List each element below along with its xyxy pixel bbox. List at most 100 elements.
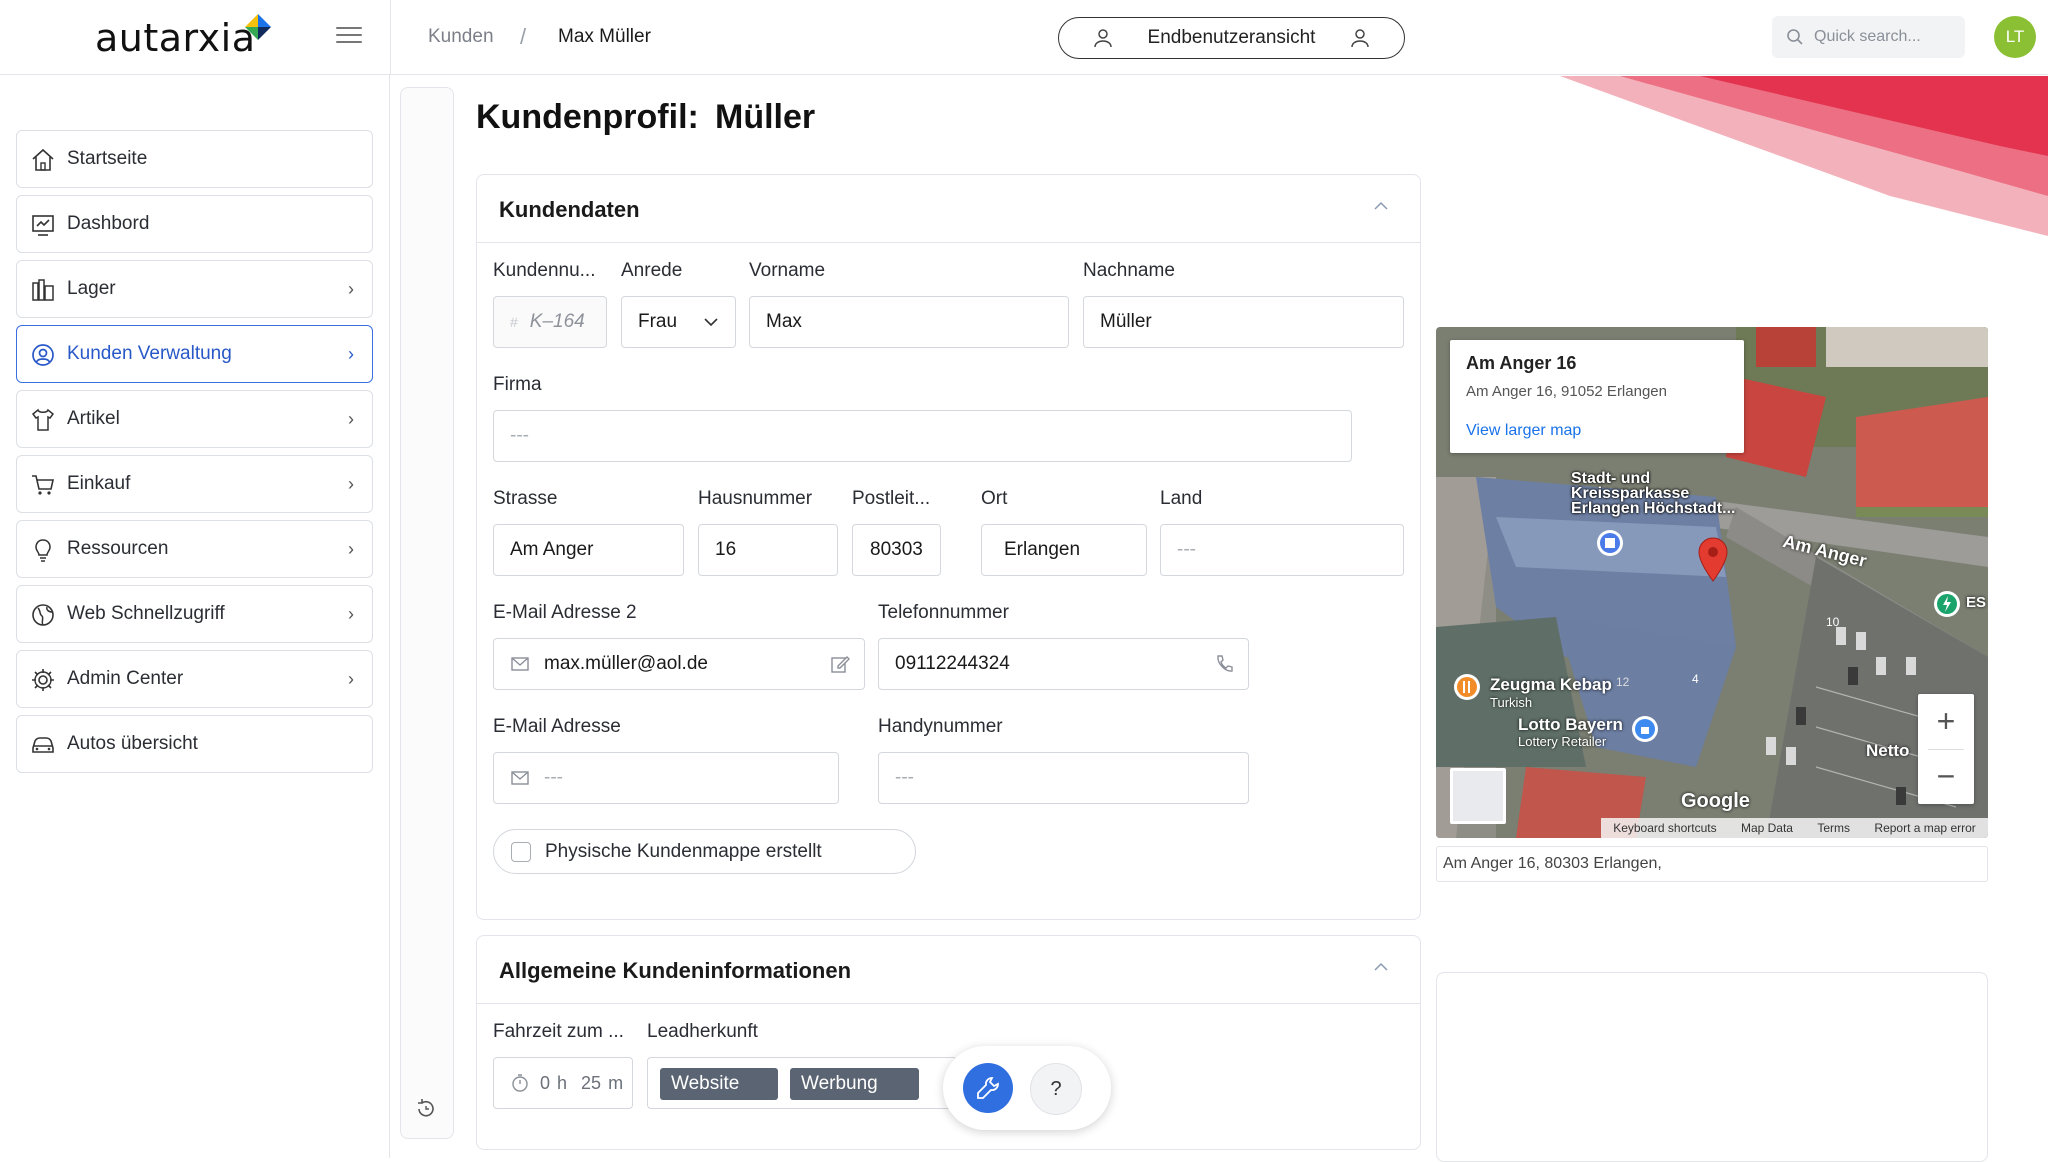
land-input[interactable]: ---	[1160, 524, 1404, 576]
sidebar-item-label: Einkauf	[67, 473, 131, 494]
firma-label: Firma	[493, 374, 542, 395]
handy-input[interactable]: ---	[878, 752, 1249, 804]
vorname-label: Vorname	[749, 260, 826, 281]
page-title: Kundenprofil:	[476, 98, 699, 136]
restaurant-marker-icon[interactable]	[1452, 672, 1482, 702]
shop-marker-icon[interactable]	[1630, 714, 1660, 744]
anrede-select[interactable]: Frau	[621, 296, 736, 348]
user-circle-icon	[32, 344, 54, 366]
firma-input[interactable]: ---	[493, 410, 1352, 462]
map-label-4: 4	[1692, 672, 1699, 686]
map-type-toggle[interactable]	[1450, 768, 1506, 824]
brand-logo-icon	[245, 14, 271, 40]
search-icon	[1787, 29, 1803, 45]
help-button[interactable]: ?	[1030, 1063, 1082, 1115]
map-footer: Keyboard shortcuts Map Data Terms Report…	[1601, 818, 1988, 838]
sidebar-item-admin-center[interactable]: Admin Center ›	[16, 650, 373, 708]
terms-link[interactable]: Terms	[1817, 821, 1850, 835]
email-placeholder: ---	[544, 767, 563, 788]
chevron-right-icon: ›	[348, 344, 354, 364]
kundennummer-field: # K–164	[493, 296, 607, 348]
envelope-icon	[511, 657, 529, 671]
lightbulb-icon	[35, 539, 51, 562]
map-info-window: Am Anger 16 Am Anger 16, 91052 Erlangen …	[1450, 340, 1744, 453]
tools-button[interactable]	[963, 1063, 1013, 1113]
history-reset-icon[interactable]	[414, 1097, 438, 1121]
zoom-out-button[interactable]: −	[1918, 749, 1974, 804]
fahrzeit-input[interactable]: 0 h 25 m	[493, 1057, 633, 1109]
kundendaten-card-header[interactable]: Kundendaten	[477, 175, 1420, 243]
wrench-icon	[977, 1077, 999, 1099]
bank-marker-icon[interactable]	[1594, 527, 1626, 559]
sidebar-item-einkauf[interactable]: Einkauf ›	[16, 455, 373, 513]
ort-input[interactable]: Erlangen	[981, 524, 1147, 576]
email2-input[interactable]: max.müller@aol.de	[493, 638, 865, 690]
telefon-input[interactable]: 09112244324	[878, 638, 1249, 690]
sidebar-item-label: Autos übersicht	[67, 733, 198, 754]
google-logo: Google	[1681, 790, 1750, 812]
email2-value: max.müller@aol.de	[544, 653, 708, 674]
ort-label: Ort	[981, 488, 1008, 509]
email-input[interactable]: ---	[493, 752, 839, 804]
sidebar-item-startseite[interactable]: Startseite	[16, 130, 373, 188]
telefon-label: Telefonnummer	[878, 602, 1009, 623]
sidebar-item-artikel[interactable]: Artikel ›	[16, 390, 373, 448]
breadcrumb-kunden[interactable]: Kunden	[428, 26, 494, 48]
lead-tag-werbung[interactable]: Werbung	[790, 1068, 919, 1100]
charging-station-marker-icon[interactable]	[1932, 589, 1962, 619]
report-map-error-link[interactable]: Report a map error	[1874, 821, 1975, 835]
edit-icon[interactable]	[830, 654, 850, 674]
quick-search-input[interactable]: Quick search...	[1772, 16, 1965, 58]
lead-tag-website[interactable]: Website	[660, 1068, 778, 1100]
globe-icon	[32, 604, 54, 626]
kundenmappe-label: Physische Kundenmappe erstellt	[545, 840, 822, 862]
nachname-input[interactable]: Müller	[1083, 296, 1404, 348]
vorname-input[interactable]: Max	[749, 296, 1069, 348]
fahrzeit-label: Fahrzeit zum ...	[493, 1021, 624, 1042]
sidebar-item-dashbord[interactable]: Dashbord	[16, 195, 373, 253]
chevron-right-icon: ›	[348, 604, 354, 624]
sidebar-item-ressourcen[interactable]: Ressourcen ›	[16, 520, 373, 578]
firma-placeholder: ---	[510, 425, 529, 446]
sidebar-item-web-schnellzugriff[interactable]: Web Schnellzugriff ›	[16, 585, 373, 643]
sidebar-item-kunden-verwaltung[interactable]: Kunden Verwaltung ›	[16, 325, 373, 383]
brand-logo-text[interactable]: autarxia	[95, 16, 256, 60]
map-data-link[interactable]: Map Data	[1741, 821, 1793, 835]
top-bar: autarxia Kunden / Max Müller Endbenutzer…	[0, 0, 2048, 75]
phone-icon[interactable]	[1214, 654, 1234, 674]
postleitzahl-input[interactable]: 80303	[852, 524, 941, 576]
zoom-in-button[interactable]: +	[1918, 694, 1974, 749]
kundenmappe-checkbox[interactable]: Physische Kundenmappe erstellt	[493, 829, 916, 874]
map-label-12: 12	[1616, 675, 1630, 689]
enduser-view-button[interactable]: Endbenutzeransicht	[1058, 17, 1405, 59]
chevron-right-icon: ›	[348, 669, 354, 689]
nachname-value: Müller	[1100, 311, 1152, 332]
keyboard-shortcuts-link[interactable]: Keyboard shortcuts	[1613, 821, 1716, 835]
strasse-value: Am Anger	[510, 539, 594, 560]
kundennummer-label: Kundennu...	[493, 260, 596, 281]
map-label-es: ES	[1966, 594, 1987, 611]
vorname-value: Max	[766, 311, 802, 332]
sidebar-item-autos-uebersicht[interactable]: Autos übersicht	[16, 715, 373, 773]
strasse-input[interactable]: Am Anger	[493, 524, 684, 576]
view-larger-map-link[interactable]: View larger map	[1466, 422, 1581, 440]
anrede-value: Frau	[638, 311, 678, 332]
map-location-pin-icon[interactable]	[1696, 535, 1730, 583]
allgemeine-card-header[interactable]: Allgemeine Kundeninformationen	[477, 936, 1420, 1004]
kundendaten-title: Kundendaten	[499, 197, 640, 222]
chevron-right-icon: ›	[348, 474, 354, 494]
sidebar-item-label: Artikel	[67, 408, 120, 429]
sidebar-item-lager[interactable]: Lager ›	[16, 260, 373, 318]
ort-value: Erlangen	[1004, 539, 1081, 560]
user-avatar[interactable]: LT	[1994, 16, 2036, 58]
hausnummer-input[interactable]: 16	[698, 524, 838, 576]
chevron-up-icon[interactable]	[1372, 958, 1390, 976]
email-label: E-Mail Adresse	[493, 716, 621, 737]
checkbox-box[interactable]	[511, 841, 531, 862]
map-zoom-controls: + −	[1918, 694, 1974, 804]
menu-toggle-icon[interactable]	[336, 27, 362, 47]
strasse-label: Strasse	[493, 488, 558, 509]
chevron-up-icon[interactable]	[1372, 197, 1390, 215]
location-map[interactable]: Stadt- und Kreissparkasse Erlangen Höchs…	[1436, 327, 1988, 838]
handy-placeholder: ---	[895, 767, 914, 788]
